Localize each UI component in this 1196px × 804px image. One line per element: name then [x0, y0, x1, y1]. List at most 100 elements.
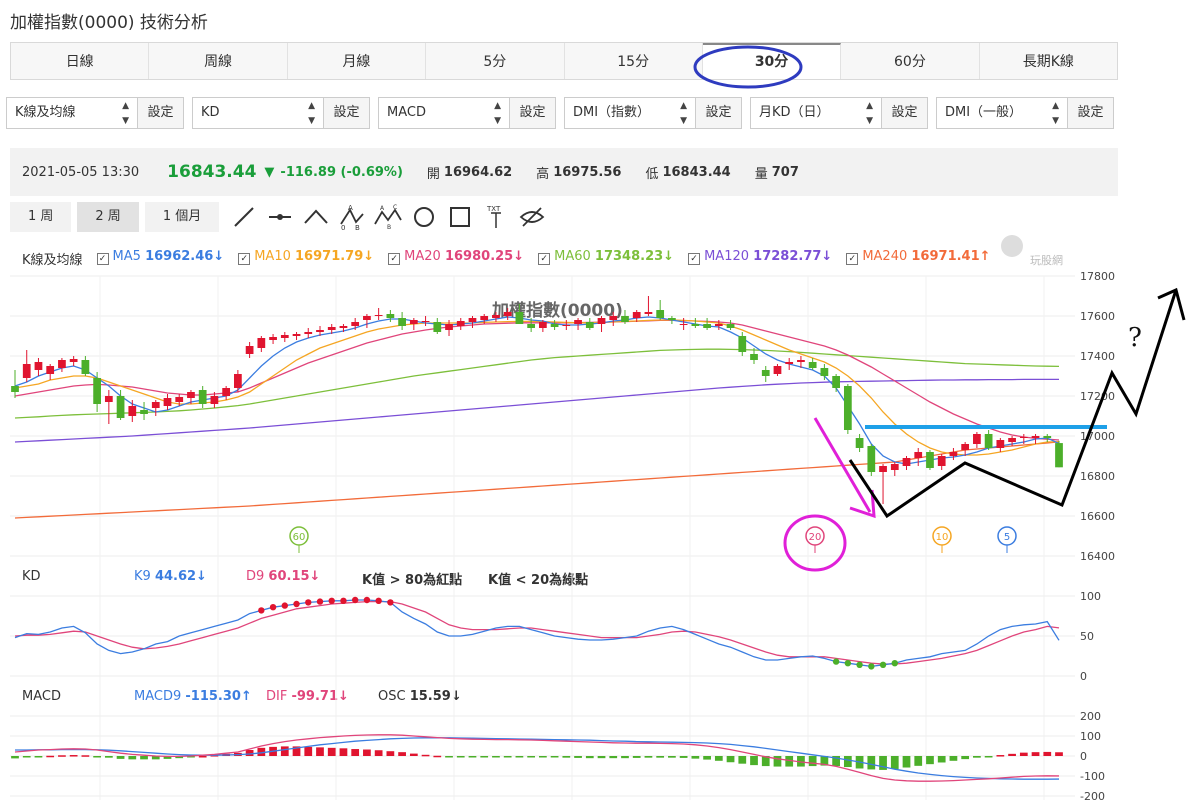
ma-marker-label: 20 [809, 532, 822, 543]
candle-body [187, 392, 195, 398]
ma60-line [14, 348, 1060, 419]
osc-bar [668, 756, 676, 758]
osc-bar [902, 756, 911, 768]
candle-body [1008, 438, 1016, 442]
candle-body [843, 386, 852, 430]
candle-body [151, 402, 160, 408]
ma-marker-label: 10 [936, 532, 949, 543]
candle-body [292, 334, 301, 336]
candle-body [538, 322, 547, 328]
watermark-bull-icon [1001, 235, 1023, 257]
osc-bar [386, 751, 395, 756]
osc-bar [961, 756, 970, 760]
osc-bar [973, 756, 981, 758]
candle-body [245, 346, 254, 354]
osc-bar [750, 756, 758, 766]
kd-oversold-dot [868, 663, 875, 670]
candle-body [69, 359, 78, 362]
osc-bar [445, 756, 453, 758]
osc-bar [890, 756, 899, 769]
osc-bar [679, 756, 688, 758]
kd-tick-label: 50 [1080, 630, 1094, 643]
macd-tick-label: -100 [1080, 770, 1105, 783]
osc-bar [550, 756, 559, 758]
candle-body [961, 444, 970, 450]
price-chart[interactable]: 1640016600168001700017200174001760017800… [0, 0, 1196, 804]
candle-body [433, 322, 442, 332]
osc-bar [1043, 751, 1052, 756]
osc-bar [409, 753, 418, 756]
macd-tick-label: -200 [1080, 790, 1105, 803]
candle-body [926, 452, 934, 468]
price-tick-label: 17600 [1080, 310, 1115, 323]
kd-overbought-dot [293, 600, 300, 608]
candle-body [409, 320, 418, 324]
candle-body [914, 452, 923, 458]
osc-bar [93, 756, 101, 758]
osc-bar [808, 756, 817, 767]
osc-bar [339, 748, 348, 756]
candle-body [140, 410, 148, 414]
kd-tick-label: 0 [1080, 670, 1087, 683]
osc-bar [949, 756, 958, 761]
osc-bar [46, 755, 55, 758]
candle-body [621, 316, 629, 322]
kd-overbought-dot [328, 597, 335, 604]
candle-body [937, 456, 946, 466]
candle-body [773, 366, 782, 374]
osc-bar [1019, 752, 1028, 756]
candle-body [116, 396, 125, 418]
osc-bar [843, 756, 852, 768]
candle-body [210, 396, 219, 404]
candle-body [973, 434, 981, 444]
osc-bar [562, 756, 571, 758]
candle-body [597, 318, 606, 324]
osc-bar [245, 750, 254, 756]
candle-body [644, 312, 653, 314]
osc-bar [34, 756, 43, 758]
candle-body [890, 464, 899, 470]
osc-bar [58, 755, 66, 757]
candle-body [468, 318, 477, 322]
candle-body [550, 324, 559, 327]
candle-body [1019, 437, 1028, 438]
osc-bar [503, 756, 512, 758]
osc-bar [104, 756, 113, 758]
osc-bar [574, 756, 582, 758]
candle-body [34, 362, 43, 370]
osc-bar [691, 756, 700, 759]
candle-body [527, 324, 536, 328]
macd-tick-label: 0 [1080, 750, 1087, 763]
candle-body [104, 396, 113, 402]
osc-bar [198, 756, 207, 758]
osc-bar [527, 756, 536, 758]
osc-bar [456, 756, 465, 758]
osc-bar [433, 755, 442, 758]
candle-body [456, 321, 465, 326]
candle-body [22, 364, 31, 378]
candle-body [879, 466, 887, 472]
price-tick-label: 17200 [1080, 390, 1115, 403]
osc-bar [644, 756, 653, 758]
candle-body [656, 310, 665, 318]
ma-marker-label: 5 [1004, 532, 1010, 543]
candle-body [11, 386, 19, 392]
kd-tick-label: 100 [1080, 590, 1101, 603]
osc-bar [468, 756, 477, 758]
candle-body [679, 324, 688, 325]
candle-body [492, 315, 500, 318]
candle-body [996, 440, 1005, 448]
candle-body [175, 397, 184, 402]
kd-overbought-dot [340, 597, 347, 604]
osc-bar [11, 756, 19, 759]
candle-body [750, 354, 758, 360]
ma-marker-label: 60 [293, 532, 306, 543]
candle-body [949, 452, 958, 456]
kd-overbought-dot [258, 607, 265, 614]
candle-body [1031, 436, 1040, 438]
osc-bar [703, 756, 711, 760]
osc-bar [81, 755, 90, 757]
osc-bar [22, 756, 31, 758]
osc-bar [926, 756, 934, 765]
osc-bar [632, 756, 641, 758]
